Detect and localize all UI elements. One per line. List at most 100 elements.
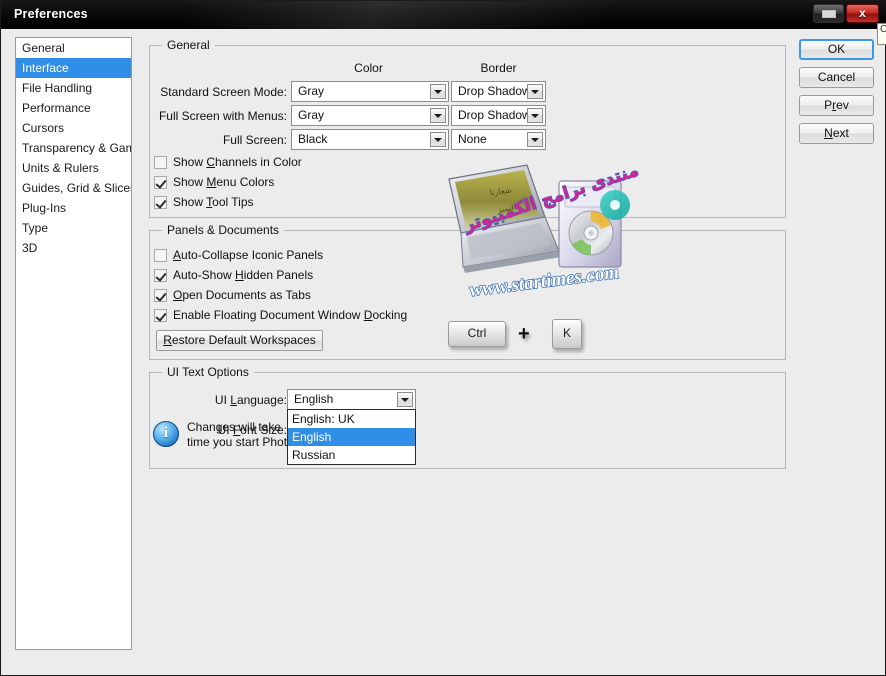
checkbox-label: Open Documents as Tabs xyxy=(173,288,311,302)
label-ui-language: UI Language: xyxy=(137,393,287,407)
checkbox-auto-show-hidden-panels[interactable] xyxy=(154,269,167,282)
lbl-mnemonic: A xyxy=(173,248,182,262)
panels-documents-legend: Panels & Documents xyxy=(162,223,285,237)
checkbox-label: Enable Floating Document Window Docking xyxy=(173,308,407,322)
restore-icon xyxy=(822,10,836,18)
plus-icon: + xyxy=(518,323,530,345)
column-header-border: Border xyxy=(480,61,517,75)
preferences-category-list[interactable]: General Interface File Handling Performa… xyxy=(15,37,132,650)
title-bar: Preferences x xyxy=(1,1,886,29)
ui-text-options-legend: UI Text Options xyxy=(162,365,254,379)
lbl-pre: Show xyxy=(173,175,207,189)
chevron-down-icon[interactable] xyxy=(527,84,543,99)
chevron-down-icon[interactable] xyxy=(527,132,543,147)
combo-value: Drop Shadow xyxy=(458,84,531,98)
lbl-pre: Enable Floating Document Window xyxy=(173,308,364,322)
close-icon: x xyxy=(859,6,866,20)
chevron-down-icon[interactable] xyxy=(397,392,413,407)
checkbox-label: Show Channels in Color xyxy=(173,155,302,169)
combo-full-screen-color[interactable]: Black xyxy=(291,129,449,150)
next-button[interactable]: Next xyxy=(799,123,874,144)
lbl-post: anguage: xyxy=(236,393,287,407)
sidebar-item-performance[interactable]: Performance xyxy=(16,98,131,118)
checkbox-label: Auto-Show Hidden Panels xyxy=(173,268,313,282)
checkbox-label: Show Menu Colors xyxy=(173,175,274,189)
checkbox-auto-collapse-iconic-panels[interactable] xyxy=(154,249,167,262)
lbl-post: enu Colors xyxy=(216,175,275,189)
combo-full-screen-menus-color[interactable]: Gray xyxy=(291,105,449,126)
lbl-post: idden Panels xyxy=(243,268,314,282)
combo-standard-screen-mode-border[interactable]: Drop Shadow xyxy=(451,81,546,102)
sidebar-item-file-handling[interactable]: File Handling xyxy=(16,78,131,98)
restore-label-post: estore Default Workspaces xyxy=(171,333,316,347)
sidebar-item-cursors[interactable]: Cursors xyxy=(16,118,131,138)
prev-label-pre: P xyxy=(824,98,833,112)
chevron-down-icon[interactable] xyxy=(430,108,446,123)
sidebar-item-type[interactable]: Type xyxy=(16,218,131,238)
titlebar-sheen xyxy=(178,1,624,29)
checkbox-show-menu-colors[interactable] xyxy=(154,176,167,189)
dropdown-option-english-uk[interactable]: English: UK xyxy=(288,410,415,428)
combo-ui-language[interactable]: English xyxy=(287,389,416,410)
edge-popup-sliver: C xyxy=(877,23,886,45)
dropdown-option-russian[interactable]: Russian xyxy=(288,446,415,464)
lbl-pre: Show xyxy=(173,155,207,169)
lbl-pre: Auto-Show xyxy=(173,268,236,282)
label-standard-screen-mode: Standard Screen Mode: xyxy=(160,85,287,99)
chevron-down-icon[interactable] xyxy=(430,84,446,99)
lbl-mnemonic: L xyxy=(230,393,237,407)
prev-label-post: ev xyxy=(836,98,849,112)
lbl-pre: Show xyxy=(173,195,207,209)
sidebar-item-units-rulers[interactable]: Units & Rulers xyxy=(16,158,131,178)
preferences-dialog: Preferences x C General Interface File H… xyxy=(0,0,886,676)
combo-standard-screen-mode-color[interactable]: Gray xyxy=(291,81,449,102)
dropdown-option-english[interactable]: English xyxy=(288,428,415,446)
combo-full-screen-border[interactable]: None xyxy=(451,129,546,150)
key-k: K xyxy=(552,319,582,349)
sidebar-item-3d[interactable]: 3D xyxy=(16,238,131,258)
lbl-mnemonic: O xyxy=(173,288,183,302)
checkbox-show-tool-tips[interactable] xyxy=(154,196,167,209)
window-title: Preferences xyxy=(14,7,88,21)
sidebar-item-plug-ins[interactable]: Plug-Ins xyxy=(16,198,131,218)
restore-button[interactable] xyxy=(813,4,844,23)
combo-full-screen-menus-border[interactable]: Drop Shadow xyxy=(451,105,546,126)
prev-button[interactable]: Prev xyxy=(799,95,874,116)
sidebar-item-interface[interactable]: Interface xyxy=(16,58,131,78)
chevron-down-icon[interactable] xyxy=(527,108,543,123)
cancel-button[interactable]: Cancel xyxy=(799,67,874,88)
sidebar-item-general[interactable]: General xyxy=(16,38,131,58)
lbl-post: ocking xyxy=(372,308,408,322)
lbl-mnemonic: C xyxy=(206,155,216,169)
lbl-post: ool Tips xyxy=(212,195,254,209)
combo-value: English xyxy=(294,392,334,406)
label-full-screen: Full Screen: xyxy=(222,133,287,147)
next-label-post: ext xyxy=(832,126,849,140)
column-header-color: Color xyxy=(354,61,383,75)
combo-value: Black xyxy=(298,132,328,146)
ui-language-dropdown-list[interactable]: English: UK English Russian xyxy=(287,409,416,465)
info-glyph: i xyxy=(163,425,169,441)
lbl-pre: UI xyxy=(214,393,231,407)
lbl-post: hannels in Color xyxy=(215,155,302,169)
label-full-screen-with-menus: Full Screen with Menus: xyxy=(158,109,287,123)
close-button[interactable]: x xyxy=(846,4,879,23)
checkbox-show-channels-in-color[interactable] xyxy=(154,156,167,169)
checkbox-label: Auto-Collapse Iconic Panels xyxy=(173,248,323,262)
chevron-down-icon[interactable] xyxy=(430,132,446,147)
combo-value: None xyxy=(458,132,487,146)
combo-value: Drop Shadow xyxy=(458,108,531,122)
ok-button[interactable]: OK xyxy=(799,39,874,60)
restore-default-workspaces-button[interactable]: Restore Default Workspaces xyxy=(156,330,323,351)
lbl-mnemonic: M xyxy=(206,175,217,189)
checkbox-enable-floating-document-window-docking[interactable] xyxy=(154,309,167,322)
lbl-mnemonic: H xyxy=(235,268,244,282)
sidebar-item-transparency-gamut[interactable]: Transparency & Gamut xyxy=(16,138,131,158)
checkbox-open-documents-as-tabs[interactable] xyxy=(154,289,167,302)
key-ctrl: Ctrl xyxy=(448,321,506,347)
sidebar-item-guides-grid-slices[interactable]: Guides, Grid & Slices xyxy=(16,178,131,198)
lbl-post: uto-Collapse Iconic Panels xyxy=(181,248,324,262)
checkbox-label: Show Tool Tips xyxy=(173,195,254,209)
lbl-post: pen Documents as Tabs xyxy=(182,288,311,302)
restore-mnemonic: R xyxy=(163,333,172,347)
